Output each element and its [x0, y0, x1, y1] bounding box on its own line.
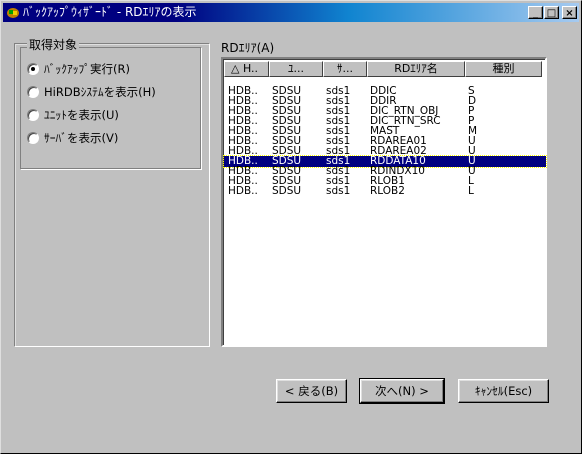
table-row[interactable]: HDB.. SDSU sds1 RLOB2 L [224, 186, 546, 197]
rdarea-list-label: RDｴﾘｱ(A) [221, 41, 275, 55]
table-cell: L [468, 186, 474, 197]
app-icon [7, 8, 19, 18]
minimize-button[interactable]: _ [528, 6, 543, 19]
listview-body: △ H.. ﾕ... ｻ... RDｴﾘｱ名 種別 HDB.. SDSU sds1 D… [223, 59, 547, 345]
radio-button[interactable] [27, 86, 39, 98]
radio-button[interactable] [27, 63, 39, 75]
column-header-type[interactable]: 種別 [465, 61, 542, 77]
column-header-rdarea-name[interactable]: RDｴﾘｱ名 [367, 61, 465, 77]
table-cell: HDB.. [228, 186, 258, 197]
radio-label: HiRDBｼｽﾃﾑを表示(H) [44, 85, 156, 99]
radio-button[interactable] [27, 109, 39, 121]
title-bar[interactable]: ﾊﾞｯｸｱｯﾌﾟｳｨｻﾞｰﾄﾞ - RDｴﾘｱの表示 _ □ × [3, 3, 579, 22]
back-button[interactable]: < 戻る(B) [276, 379, 347, 403]
cancel-button[interactable]: ｷｬﾝｾﾙ(Esc) [458, 379, 549, 403]
next-button[interactable]: 次へ(N) > [359, 378, 445, 404]
window-title: ﾊﾞｯｸｱｯﾌﾟｳｨｻﾞｰﾄﾞ - RDｴﾘｱの表示 [23, 5, 197, 19]
table-cell: sds1 [326, 186, 351, 197]
acquisition-group-title: 取得対象 [27, 38, 80, 52]
radio-label: ｻｰﾊﾞを表示(V) [44, 131, 119, 145]
close-button[interactable]: × [562, 6, 577, 19]
table-cell: RLOB2 [370, 186, 405, 197]
radio-button[interactable] [27, 132, 39, 144]
rdarea-listview[interactable]: △ H.. ﾕ... ｻ... RDｴﾘｱ名 種別 HDB.. SDSU sds1 D… [221, 57, 547, 347]
radio-label: ﾕﾆｯﾄを表示(U) [44, 108, 119, 122]
listview-header: △ H.. ﾕ... ｻ... RDｴﾘｱ名 種別 [224, 61, 546, 77]
radio-dot [31, 67, 35, 71]
column-header-server[interactable]: ｻ... [323, 61, 367, 77]
maximize-button[interactable]: □ [544, 6, 559, 19]
column-header-unit[interactable]: ﾕ... [269, 61, 323, 77]
column-header-host[interactable]: △ H.. [224, 61, 269, 77]
radio-label: ﾊﾞｯｸｱｯﾌﾟ実行(R) [44, 62, 130, 76]
wizard-window: ﾊﾞｯｸｱｯﾌﾟｳｨｻﾞｰﾄﾞ - RDｴﾘｱの表示 _ □ × 取得対象 ﾊﾞ… [0, 0, 582, 454]
table-cell: SDSU [272, 186, 302, 197]
